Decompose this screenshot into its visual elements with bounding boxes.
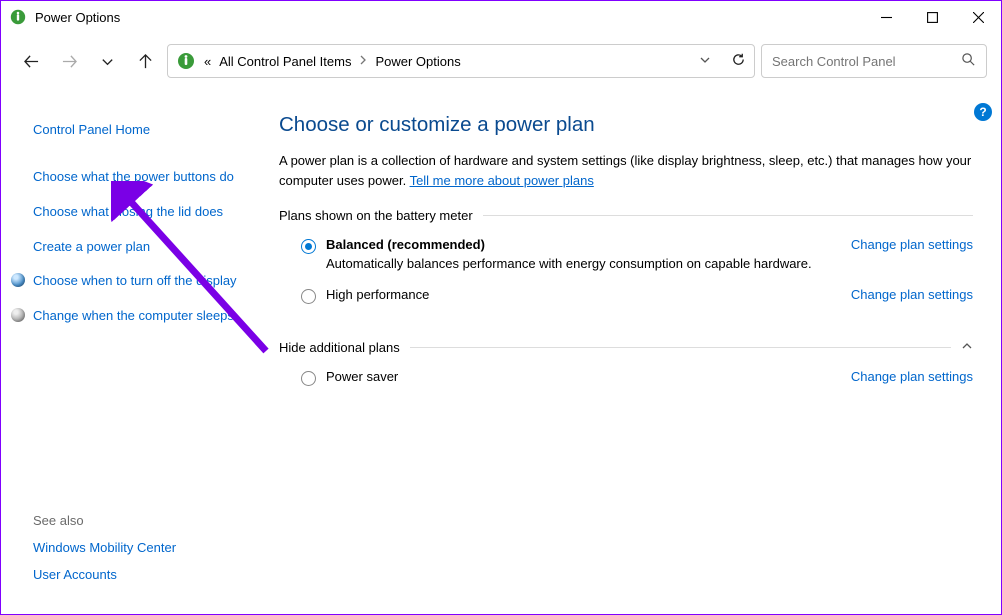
help-icon[interactable]: ? (974, 103, 992, 121)
sidebar-item-computer-sleeps[interactable]: Change when the computer sleeps (1, 299, 261, 334)
radio-button[interactable] (301, 239, 316, 254)
group-label: Plans shown on the battery meter (279, 208, 473, 223)
sidebar-item-label: Change when the computer sleeps (33, 308, 234, 323)
address-bar[interactable]: « All Control Panel Items Power Options (167, 44, 755, 78)
page-title: Choose or customize a power plan (279, 113, 973, 137)
search-input[interactable] (772, 54, 961, 69)
sleep-icon (11, 308, 25, 322)
maximize-button[interactable] (909, 1, 955, 33)
plans-shown-group: Plans shown on the battery meter Balance… (279, 208, 973, 320)
page-description: A power plan is a collection of hardware… (279, 151, 973, 190)
plan-power-saver[interactable]: Power saver Change plan settings (279, 369, 973, 402)
desc-link[interactable]: Tell me more about power plans (410, 173, 594, 188)
plan-name: High performance (326, 287, 851, 302)
group-label: Hide additional plans (279, 340, 400, 355)
change-plan-settings-link[interactable]: Change plan settings (851, 237, 973, 252)
plan-high-performance[interactable]: High performance Change plan settings (279, 287, 973, 320)
sidebar-home[interactable]: Control Panel Home (1, 113, 261, 148)
plan-description: Automatically balances performance with … (326, 256, 851, 271)
address-icon (176, 51, 196, 71)
close-button[interactable] (955, 1, 1001, 33)
up-button[interactable] (129, 45, 161, 77)
breadcrumb-item[interactable]: Power Options (375, 54, 460, 69)
plans-hidden-group: Hide additional plans Power saver Change… (279, 340, 973, 402)
radio-button[interactable] (301, 371, 316, 386)
breadcrumb-item[interactable]: All Control Panel Items (219, 54, 351, 69)
plan-name: Power saver (326, 369, 851, 384)
sidebar-item-closing-lid[interactable]: Choose what closing the lid does (1, 195, 261, 230)
sidebar: Control Panel Home Choose what the power… (1, 89, 261, 614)
see-also-mobility[interactable]: Windows Mobility Center (33, 540, 245, 555)
main-content: ? Choose or customize a power plan A pow… (261, 89, 1001, 614)
app-icon (9, 8, 27, 26)
search-icon[interactable] (961, 52, 976, 70)
plan-name: Balanced (recommended) (326, 237, 851, 252)
see-also-header: See also (33, 513, 245, 528)
body: Control Panel Home Choose what the power… (1, 89, 1001, 614)
display-icon (11, 273, 25, 287)
radio-button[interactable] (301, 289, 316, 304)
see-also-user-accounts[interactable]: User Accounts (33, 567, 245, 582)
address-dropdown-icon[interactable] (699, 54, 711, 69)
group-header: Plans shown on the battery meter (279, 208, 973, 223)
chevron-right-icon (359, 55, 367, 68)
sidebar-item-turn-off-display[interactable]: Choose when to turn off the display (1, 264, 261, 299)
group-header[interactable]: Hide additional plans (279, 340, 973, 355)
sidebar-footer: See also Windows Mobility Center User Ac… (1, 513, 261, 614)
sidebar-item-label: Choose when to turn off the display (33, 273, 237, 288)
desc-text: A power plan is a collection of hardware… (279, 153, 971, 188)
sidebar-item-power-buttons[interactable]: Choose what the power buttons do (1, 160, 261, 195)
window-title: Power Options (35, 10, 120, 25)
window: Power Options « All Contr (0, 0, 1002, 615)
plan-balanced[interactable]: Balanced (recommended) Automatically bal… (279, 237, 973, 287)
refresh-button[interactable] (731, 52, 746, 70)
breadcrumb-prefix: « (204, 54, 211, 69)
navbar: « All Control Panel Items Power Options (1, 33, 1001, 89)
recent-dropdown[interactable] (91, 45, 123, 77)
back-button[interactable] (15, 45, 47, 77)
change-plan-settings-link[interactable]: Change plan settings (851, 287, 973, 302)
titlebar: Power Options (1, 1, 1001, 33)
forward-button[interactable] (53, 45, 85, 77)
chevron-up-icon[interactable] (961, 340, 973, 355)
search-box[interactable] (761, 44, 987, 78)
sidebar-item-create-plan[interactable]: Create a power plan (1, 230, 261, 265)
minimize-button[interactable] (863, 1, 909, 33)
change-plan-settings-link[interactable]: Change plan settings (851, 369, 973, 384)
